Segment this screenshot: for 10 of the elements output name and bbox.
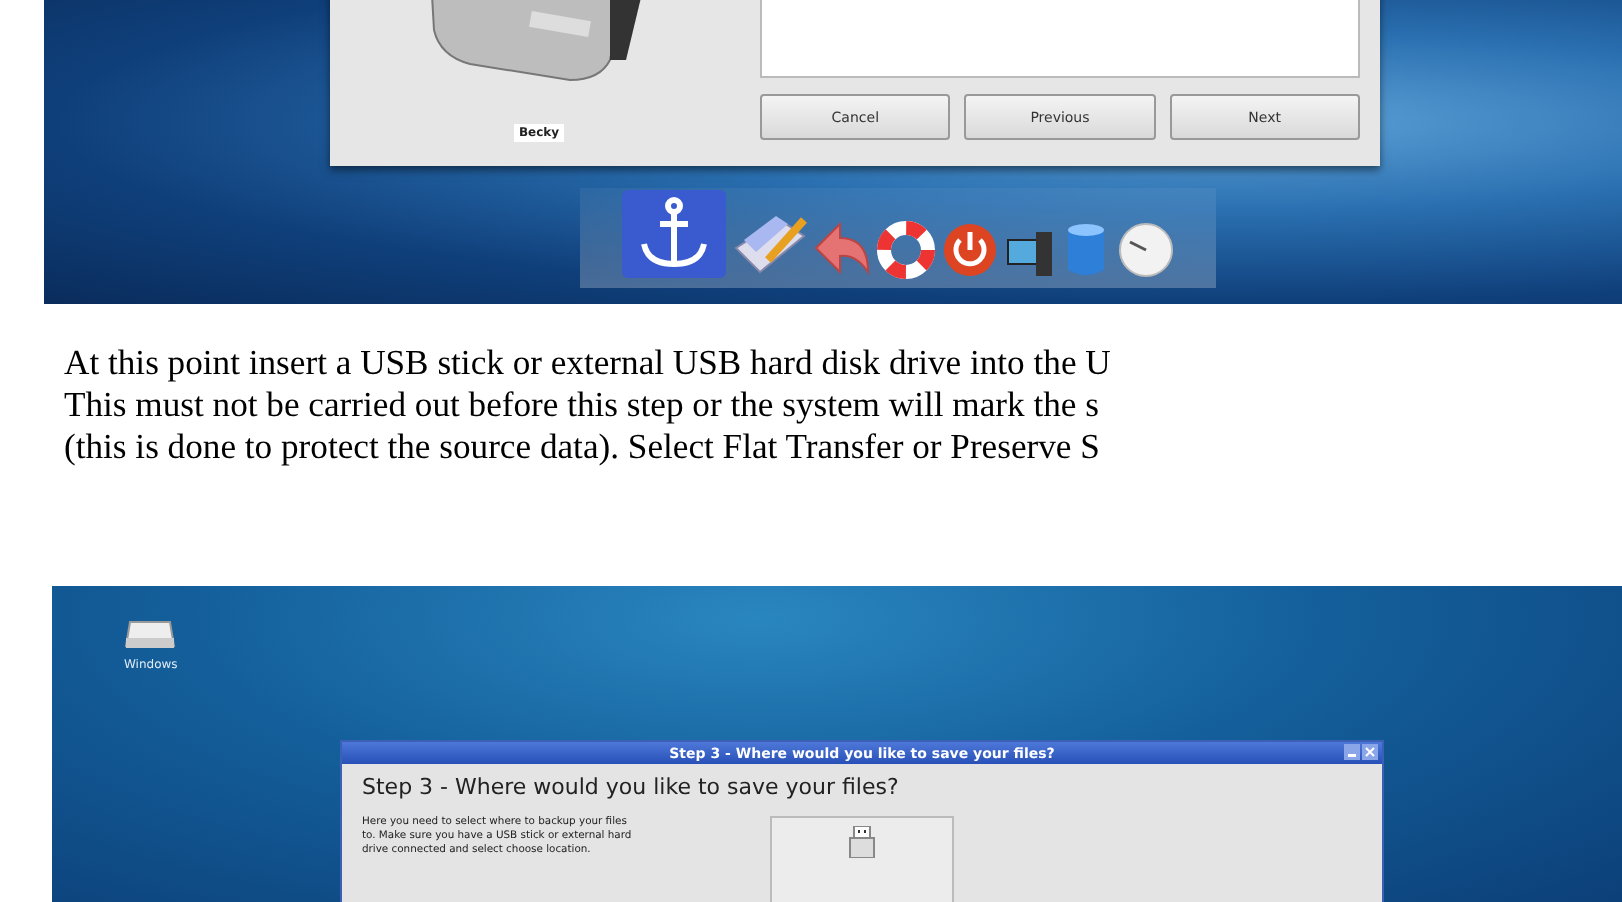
- clock-icon[interactable]: [1116, 220, 1176, 280]
- power-icon[interactable]: [940, 220, 1000, 280]
- computer-icon[interactable]: [1004, 228, 1056, 280]
- close-icon[interactable]: [1362, 744, 1378, 760]
- instruction-paragraph: At this point insert a USB stick or external USB hard disk drive into the U This must not be carried out before this step or the system will mark the s (this is done to protect the source data). Select Flat Transfer or Preserve S: [64, 342, 1113, 468]
- step-heading: Step 3 - Where would you like to save your files?: [362, 774, 901, 800]
- minimize-icon[interactable]: [1344, 744, 1360, 760]
- usb-stick-icon: [848, 826, 876, 858]
- lifebuoy-icon[interactable]: [876, 220, 936, 280]
- anchor-icon[interactable]: [620, 188, 728, 280]
